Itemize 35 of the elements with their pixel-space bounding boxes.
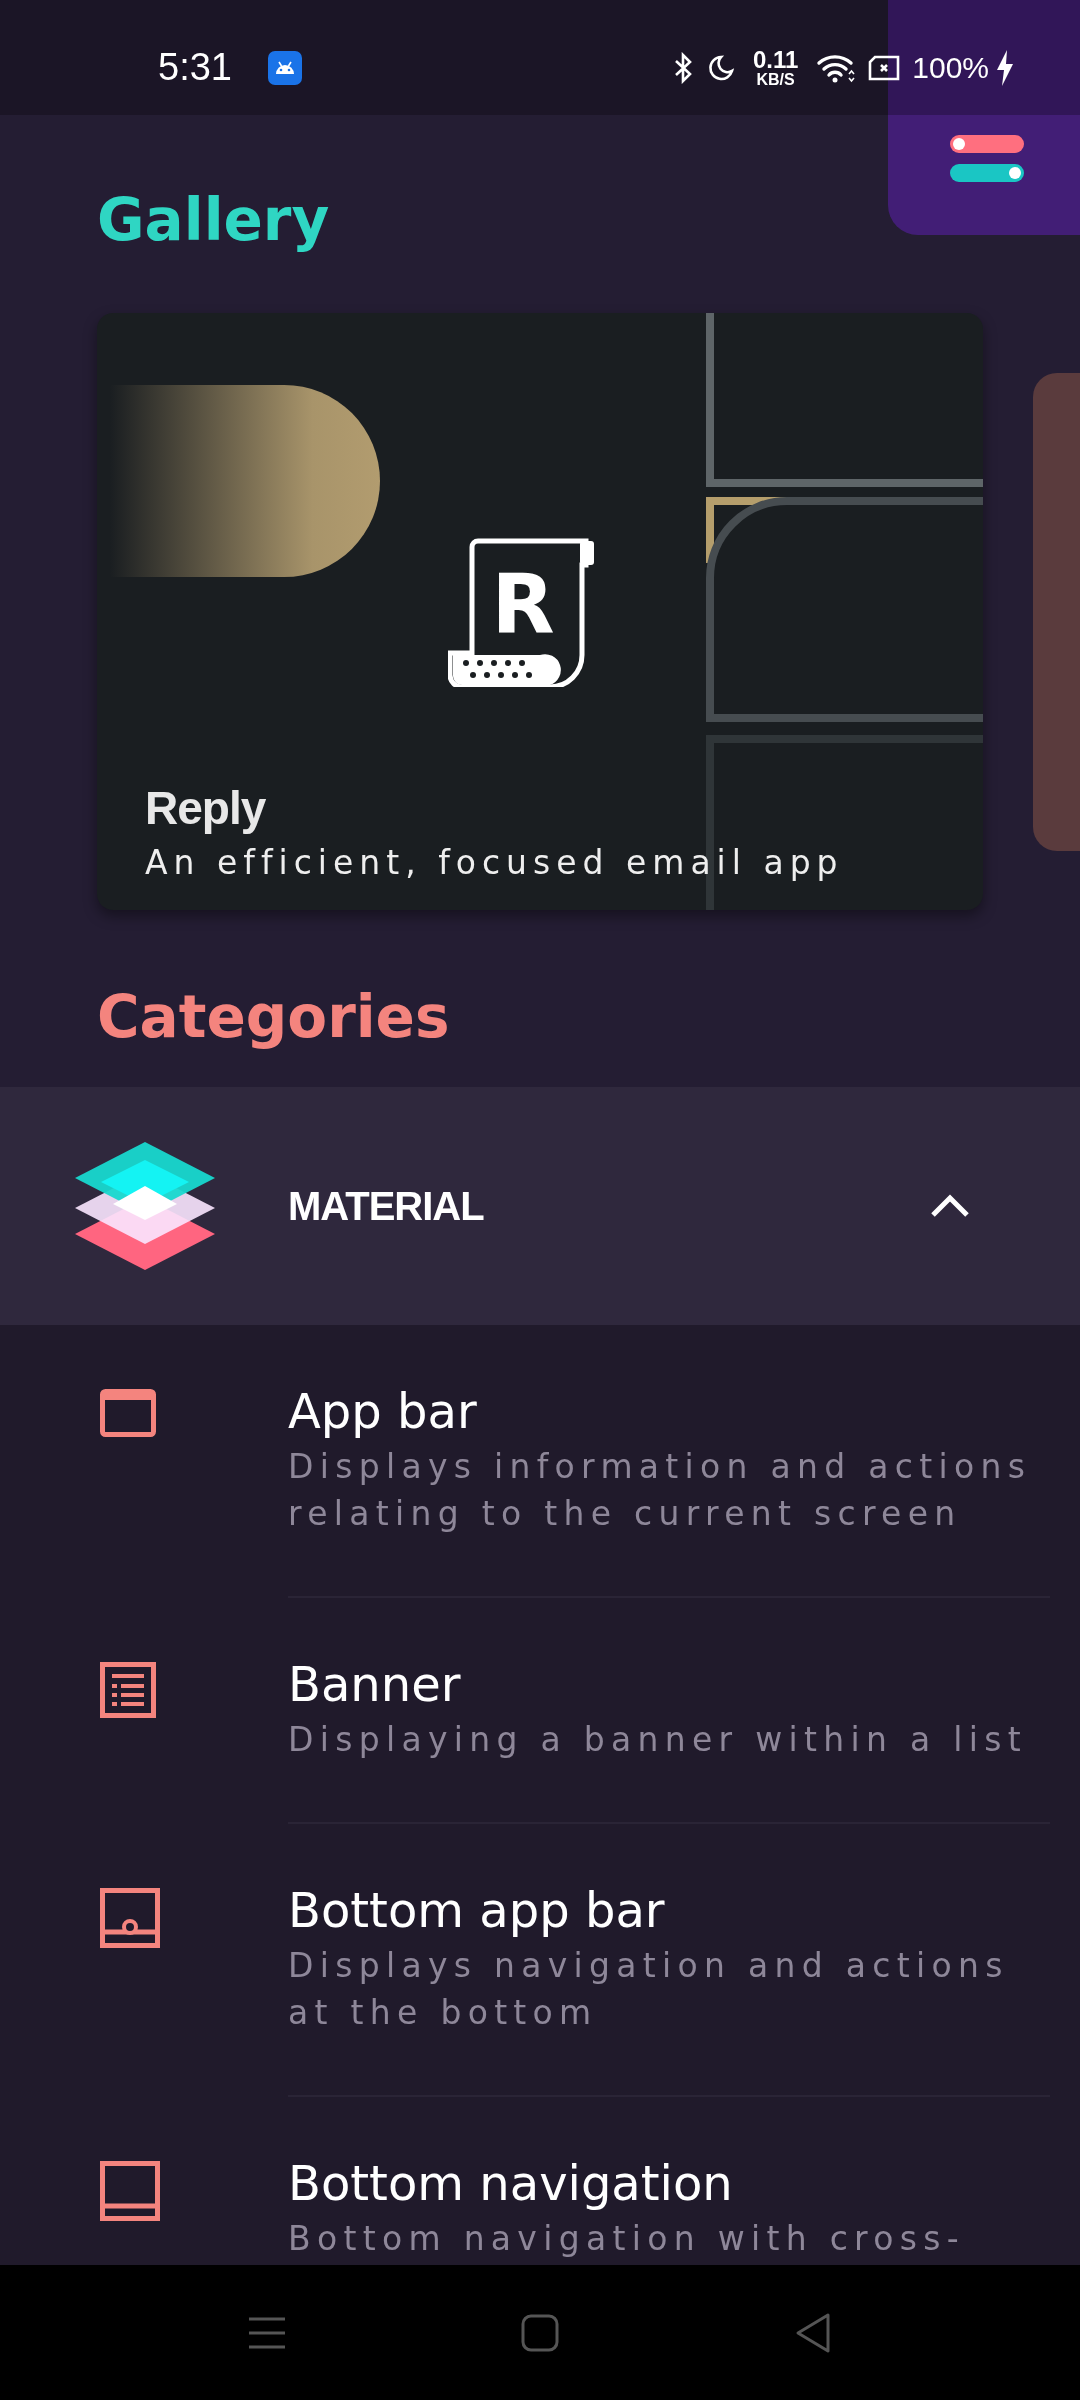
battery-level: 100% — [912, 50, 989, 85]
item-title: Bottom navigation — [288, 2155, 734, 2211]
item-description: Displays information and actions relating to the current screen — [288, 1446, 1033, 1535]
study-card[interactable]: R Reply An efficient, focused email app — [97, 313, 983, 910]
component-list-item[interactable]: App bar Displays information and actions relating to the current screen — [0, 1325, 1080, 1598]
categories-heading: Categories — [97, 982, 451, 1052]
android-icon — [267, 50, 302, 85]
home-icon[interactable] — [521, 2313, 559, 2352]
settings-button[interactable] — [888, 0, 1080, 235]
gallery-heading: Gallery — [97, 185, 331, 255]
component-list-item[interactable]: Bottom navigation Bottom navigation with cross- — [0, 2097, 1080, 2265]
network-speed: 0.11 — [752, 47, 799, 72]
back-icon[interactable] — [794, 2311, 832, 2354]
list-icon — [100, 1662, 156, 1718]
bottom-navigation-icon — [100, 2161, 160, 2221]
item-description: Displays navigation and actions at the bottom — [288, 1945, 1010, 2034]
item-description: Displaying a banner within a list — [288, 1719, 1028, 1761]
bottom-bar-icon — [100, 1888, 160, 1948]
component-list-item[interactable]: Bottom app bar Displays navigation and actions at the bottom — [0, 1824, 1080, 2097]
app-bar-icon — [100, 1389, 156, 1437]
network-speed-unit: KB/S — [756, 71, 795, 88]
status-time: 5:31 — [158, 46, 232, 89]
item-title: Bottom app bar — [288, 1882, 666, 1938]
charging-icon — [995, 49, 1015, 86]
card-title: Reply — [145, 781, 267, 835]
item-description: Bottom navigation with cross- — [288, 2218, 966, 2260]
menu-icon[interactable] — [248, 2315, 286, 2350]
item-title: Banner — [288, 1656, 462, 1712]
category-header[interactable]: MATERIAL — [0, 1087, 1080, 1325]
card-subtitle: An efficient, focused email app — [145, 843, 844, 882]
settings-toggles-icon — [950, 135, 1024, 183]
battery-saver-icon — [868, 54, 901, 81]
moon-icon — [706, 53, 735, 82]
item-title: App bar — [288, 1383, 478, 1439]
component-list-item[interactable]: Banner Displaying a banner within a list — [0, 1598, 1080, 1824]
